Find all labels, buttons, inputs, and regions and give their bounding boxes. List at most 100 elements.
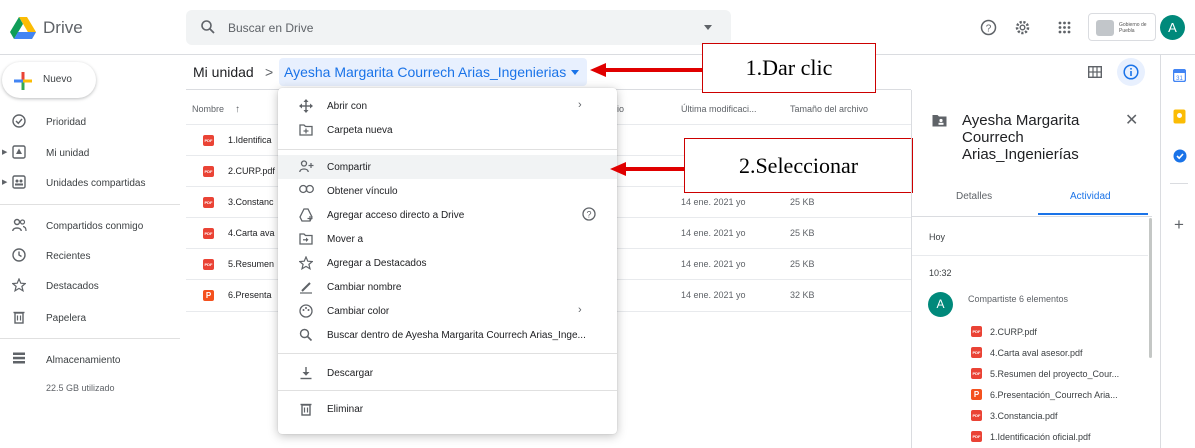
account-avatar[interactable]: A [1160, 15, 1185, 40]
file-name: 3.Constanc [228, 197, 274, 207]
apps-grid-icon[interactable] [1058, 21, 1071, 34]
drive-logo-icon[interactable] [10, 17, 36, 39]
search-icon[interactable] [200, 19, 216, 35]
app-name[interactable]: Drive [43, 18, 83, 38]
menu-item-download[interactable]: Descargar [278, 361, 617, 385]
menu-item-open-with[interactable]: Abrir con › [278, 94, 617, 118]
presentation-file-icon: P [971, 389, 982, 400]
search-bar[interactable]: Buscar en Drive [186, 10, 731, 45]
menu-divider [278, 149, 617, 150]
activity-file-name: 6.Presentación_Courrech Aria... [990, 390, 1118, 400]
storage-used: 22.5 GB utilizado [46, 383, 115, 393]
priority-icon [12, 114, 26, 128]
storage-icon [12, 352, 26, 364]
activity-file-name: 1.Identificación oficial.pdf [990, 432, 1091, 442]
annotation-step-2: 2.Seleccionar [684, 138, 913, 193]
file-size: 25 KB [790, 259, 815, 269]
chevron-down-icon [571, 70, 579, 75]
activity-avatar: A [928, 292, 953, 317]
menu-item-add-starred[interactable]: Agregar a Destacados [278, 251, 617, 275]
menu-item-label: Agregar a Destacados [327, 258, 427, 269]
file-modified: 14 ene. 2021 yo [681, 290, 746, 300]
search-input[interactable]: Buscar en Drive [228, 21, 313, 35]
keep-icon[interactable] [1173, 109, 1186, 124]
shared-drives-icon [12, 175, 26, 189]
new-folder-icon [299, 123, 313, 136]
menu-item-change-color[interactable]: Cambiar color › [278, 299, 617, 323]
panel-scrollbar[interactable] [1149, 218, 1152, 358]
sidebar-item-recent[interactable]: Recientes [0, 243, 180, 269]
pdf-file-icon: PDF [203, 228, 214, 239]
breadcrumb-separator: > [265, 64, 274, 80]
pdf-file-icon: PDF [203, 259, 214, 270]
menu-item-get-link[interactable]: Obtener vínculo [278, 179, 617, 203]
tab-activity[interactable]: Actividad [1070, 191, 1111, 202]
sidebar-item-label: Unidades compartidas [46, 178, 146, 189]
pdf-file-icon: PDF [203, 197, 214, 208]
open-with-icon [299, 99, 313, 113]
expand-arrow-icon[interactable]: ▶ [2, 148, 7, 156]
column-header-modified[interactable]: Última modificaci... [681, 104, 757, 114]
column-header-fragment: io [617, 104, 625, 114]
organization-badge[interactable]: Gobierno de Puebla [1088, 13, 1156, 41]
calendar-icon[interactable]: 31 [1173, 69, 1186, 82]
sidebar-item-shared-with-me[interactable]: Compartidos conmigo [0, 213, 180, 239]
breadcrumb-current-folder[interactable]: Ayesha Margarita Courrech Arias_Ingenier… [279, 58, 587, 86]
sidebar-item-label: Papelera [46, 313, 87, 324]
help-circle-icon[interactable]: ? [582, 207, 596, 221]
svg-text:?: ? [986, 24, 992, 35]
info-icon [1123, 64, 1139, 80]
breadcrumb-root[interactable]: Mi unidad [193, 64, 254, 80]
tab-details[interactable]: Detalles [956, 191, 992, 202]
breadcrumb-current-label: Ayesha Margarita Courrech Arias_Ingenier… [284, 64, 567, 80]
pdf-file-icon: PDF [971, 326, 982, 337]
activity-time: 10:32 [929, 268, 952, 278]
sidebar-item-priority[interactable]: Prioridad [0, 109, 180, 135]
submenu-arrow-icon: › [578, 304, 582, 316]
expand-arrow-icon[interactable]: ▶ [2, 178, 7, 186]
file-size: 32 KB [790, 290, 815, 300]
svg-text:?: ? [586, 210, 591, 220]
menu-item-rename[interactable]: Cambiar nombre [278, 275, 617, 299]
menu-item-label: Descargar [327, 368, 374, 379]
search-options-icon[interactable] [704, 25, 712, 30]
column-header-name[interactable]: Nombre [192, 104, 224, 114]
menu-item-move-to[interactable]: Mover a [278, 227, 617, 251]
activity-file-name: 2.CURP.pdf [990, 327, 1037, 337]
menu-item-search-within[interactable]: Buscar dentro de Ayesha Margarita Courre… [278, 323, 617, 347]
column-header-size[interactable]: Tamaño del archivo [790, 104, 868, 114]
annotation-arrow-2 [610, 161, 684, 177]
plus-icon [14, 72, 32, 90]
add-addon-icon[interactable]: + [1174, 215, 1184, 235]
sidebar-divider [0, 204, 180, 205]
menu-item-new-folder[interactable]: Carpeta nueva [278, 118, 617, 142]
rail-divider [1170, 183, 1188, 184]
panel-title: Ayesha Margarita Courrech Arias_Ingenier… [962, 112, 1080, 163]
sidebar-item-storage[interactable]: Almacenamiento [0, 347, 180, 373]
sidebar-item-shared-drives[interactable]: ▶ Unidades compartidas [0, 170, 180, 196]
tasks-icon[interactable] [1173, 149, 1187, 163]
pdf-file-icon: PDF [971, 410, 982, 421]
help-icon[interactable]: ? [980, 19, 997, 36]
annotation-arrow-1 [590, 62, 702, 78]
settings-gear-icon[interactable] [1014, 19, 1031, 36]
menu-item-label: Agregar acceso directo a Drive [327, 210, 465, 221]
trash-icon [12, 310, 26, 324]
sidebar-item-starred[interactable]: Destacados [0, 273, 180, 299]
details-panel: Ayesha Margarita Courrech Arias_Ingenier… [911, 90, 1152, 448]
sort-arrow-up-icon[interactable]: ↑ [235, 104, 240, 115]
menu-item-share[interactable]: Compartir [278, 155, 617, 179]
menu-item-label: Buscar dentro de Ayesha Margarita Courre… [327, 330, 586, 341]
details-info-button[interactable] [1117, 58, 1145, 86]
shared-folder-icon [932, 114, 947, 127]
activity-divider [912, 255, 1148, 256]
close-icon[interactable]: ✕ [1125, 110, 1138, 130]
new-button[interactable]: Nuevo [2, 62, 96, 98]
sidebar-item-my-drive[interactable]: ▶ Mi unidad [0, 140, 180, 166]
grid-view-icon[interactable] [1088, 66, 1102, 78]
sidebar-item-trash[interactable]: Papelera [0, 305, 180, 331]
menu-item-delete[interactable]: Eliminar [278, 397, 617, 421]
move-icon [299, 232, 313, 245]
tab-divider [912, 216, 1152, 217]
menu-item-add-shortcut[interactable]: Agregar acceso directo a Drive ? [278, 203, 617, 227]
